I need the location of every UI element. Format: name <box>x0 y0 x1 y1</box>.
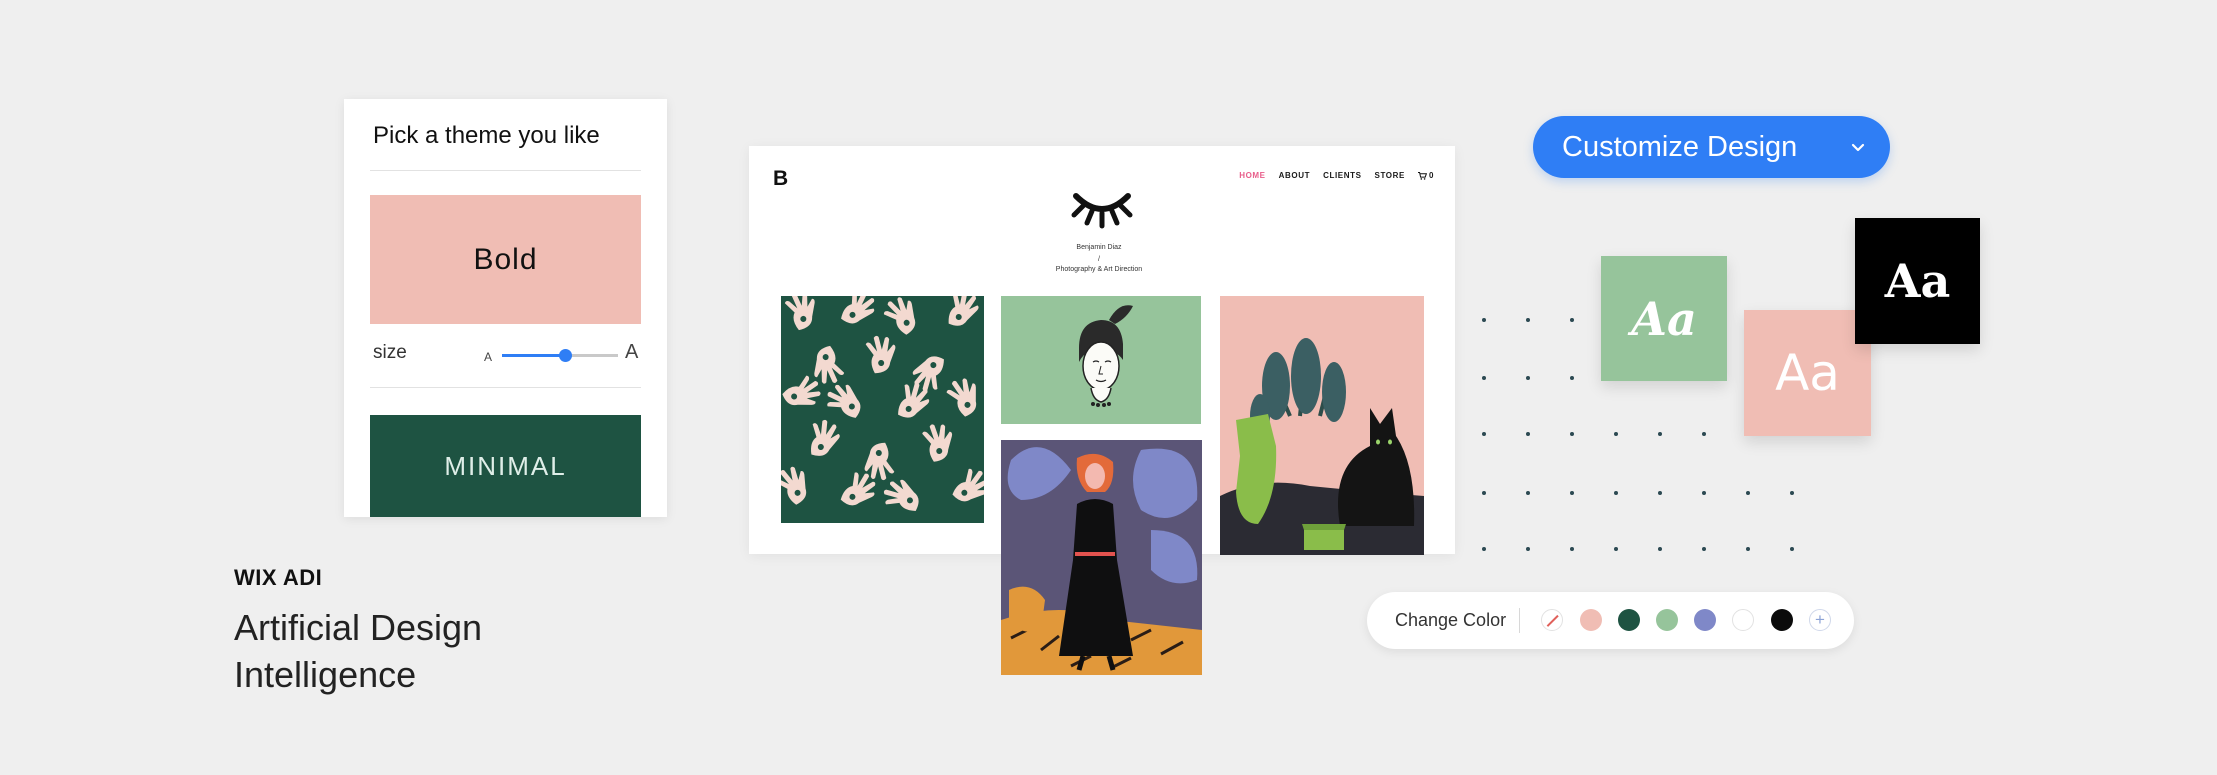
change-color-label: Change Color <box>1395 610 1507 630</box>
grid-dot <box>1526 491 1530 495</box>
grid-dot <box>1482 547 1486 551</box>
grid-dot <box>1790 547 1794 551</box>
grid-dot <box>1570 376 1574 380</box>
site-subtitle: Photography & Art Direction <box>1055 266 1143 273</box>
grid-dot <box>1482 491 1486 495</box>
grid-dot <box>1746 547 1750 551</box>
nav-store[interactable]: STORE <box>1375 171 1405 180</box>
customize-design-label: Customize Design <box>1562 130 1798 163</box>
grid-dot <box>1702 547 1706 551</box>
divider <box>370 387 641 388</box>
site-nav: HOME ABOUT CLIENTS STORE 0 <box>1239 171 1434 180</box>
grid-dot <box>1658 432 1662 436</box>
grid-dot <box>1746 491 1750 495</box>
grid-dot <box>1570 491 1574 495</box>
site-separator: / <box>1098 256 1100 263</box>
size-label: size <box>373 342 407 363</box>
size-slider-fill[interactable] <box>502 354 566 357</box>
grid-dot <box>1482 376 1486 380</box>
woman-tiger-image <box>1001 447 1202 675</box>
grid-dot <box>1482 432 1486 436</box>
theme-card-bold[interactable]: Bold <box>370 195 641 324</box>
grid-dot <box>1570 432 1574 436</box>
grid-dot <box>1702 432 1706 436</box>
cart-button[interactable]: 0 <box>1417 171 1434 180</box>
swatch-black[interactable] <box>1771 609 1793 631</box>
size-slider-track[interactable] <box>565 354 618 357</box>
size-slider-thumb[interactable] <box>559 349 573 362</box>
grid-dot <box>1482 318 1486 322</box>
swatch-periwinkle[interactable] <box>1694 609 1716 631</box>
closed-eye-logo-icon <box>1071 193 1133 229</box>
grid-dot <box>1526 547 1530 551</box>
theme-picker-panel: Pick a theme you like Bold size A A MINI… <box>344 99 667 517</box>
grid-dot <box>1790 491 1794 495</box>
hands-pattern-artwork[interactable] <box>781 296 984 523</box>
change-color-bar: Change Color + <box>1367 592 1854 649</box>
swatch-no-color[interactable] <box>1541 609 1563 631</box>
nav-home[interactable]: HOME <box>1239 171 1265 180</box>
swatch-light-green[interactable] <box>1656 609 1678 631</box>
size-small-icon: A <box>484 350 493 364</box>
theme-card-minimal[interactable]: MINIMAL <box>370 415 641 517</box>
grid-dot <box>1658 547 1662 551</box>
grid-dot <box>1570 547 1574 551</box>
cart-icon <box>1417 171 1427 180</box>
hands-pattern-image <box>781 296 984 515</box>
font-card-sans[interactable]: Aa <box>1744 310 1871 436</box>
divider <box>1519 608 1520 633</box>
swatch-dark-green[interactable] <box>1618 609 1640 631</box>
grid-dot <box>1614 547 1618 551</box>
grid-dot <box>1526 432 1530 436</box>
grid-dot <box>1614 432 1618 436</box>
site-author: Benjamin Diaz <box>1076 244 1122 251</box>
customize-design-button[interactable]: Customize Design <box>1533 116 1890 178</box>
site-logo[interactable]: B <box>773 167 788 191</box>
brand-name: WIX ADI <box>234 565 323 590</box>
font-card-serif[interactable]: Aa <box>1855 218 1980 344</box>
grid-dot <box>1570 318 1574 322</box>
chevron-down-icon <box>1851 143 1865 152</box>
grid-dot <box>1614 491 1618 495</box>
cat-plant-artwork[interactable] <box>1220 296 1424 555</box>
swatch-pink[interactable] <box>1580 609 1602 631</box>
theme-picker-title: Pick a theme you like <box>373 122 600 149</box>
grid-dot <box>1526 318 1530 322</box>
size-large-icon: A <box>625 341 639 363</box>
cat-plant-image <box>1220 338 1424 555</box>
font-card-script[interactable]: Aa <box>1601 256 1727 381</box>
add-color-button[interactable]: + <box>1809 609 1831 631</box>
grid-dot <box>1658 491 1662 495</box>
divider <box>370 170 641 171</box>
swatch-white[interactable] <box>1732 609 1754 631</box>
woman-tiger-artwork[interactable] <box>1001 440 1202 675</box>
grid-dot <box>1702 491 1706 495</box>
nav-about[interactable]: ABOUT <box>1279 171 1310 180</box>
grid-dot <box>1526 376 1530 380</box>
cart-count: 0 <box>1428 171 1434 180</box>
brand-tagline: Artificial Design Intelligence <box>234 607 483 695</box>
portrait-image <box>1079 305 1133 407</box>
nav-clients[interactable]: CLIENTS <box>1323 171 1361 180</box>
portrait-artwork[interactable] <box>1001 296 1201 424</box>
